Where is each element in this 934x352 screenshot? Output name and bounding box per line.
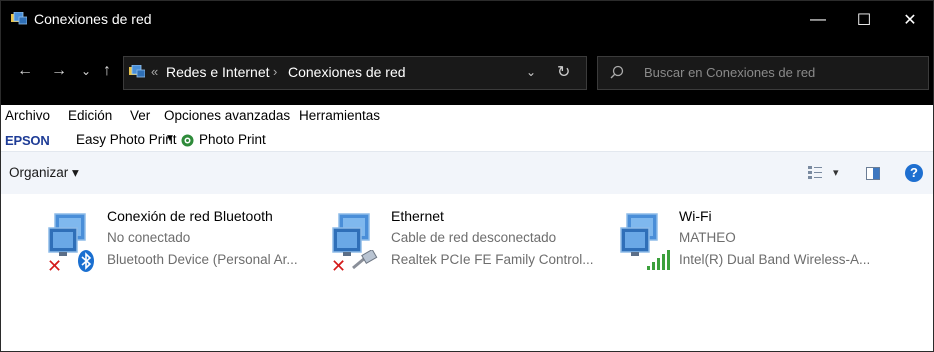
network-folder-icon <box>11 12 27 25</box>
command-bar: Organizar ▾ ▾ ? <box>1 151 933 194</box>
view-options-dropdown[interactable]: ▾ <box>833 166 839 179</box>
photo-print-icon <box>181 134 194 147</box>
address-dropdown-button[interactable]: ⌄ <box>526 65 536 79</box>
menu-ver[interactable]: Ver <box>130 108 150 123</box>
organize-button[interactable]: Organizar ▾ <box>9 165 79 181</box>
menu-herramientas[interactable]: Herramientas <box>299 108 380 123</box>
help-button[interactable]: ? <box>905 164 923 182</box>
disconnected-x-icon: ✕ <box>47 256 63 276</box>
change-view-icon[interactable] <box>807 165 823 181</box>
menu-archivo[interactable]: Archivo <box>5 108 50 123</box>
connection-status: No conectado <box>107 230 191 245</box>
close-button[interactable]: ✕ <box>887 1 933 39</box>
bluetooth-icon <box>78 250 94 272</box>
window: Conexiones de red — ☐ ✕ ← → ⌄ ↑ « Redes … <box>0 0 934 352</box>
ethernet-cable-icon <box>352 250 378 270</box>
search-placeholder: Buscar en Conexiones de red <box>644 65 816 80</box>
connection-device: Intel(R) Dual Band Wireless-A... <box>679 252 871 267</box>
menu-opciones-avanzadas[interactable]: Opciones avanzadas <box>164 108 290 123</box>
refresh-button[interactable]: ↻ <box>557 62 570 82</box>
easy-photo-print-button[interactable]: Easy Photo Print <box>76 132 177 147</box>
connection-device: Bluetooth Device (Personal Ar... <box>107 252 298 267</box>
photo-print-button[interactable]: Photo Print <box>199 132 266 147</box>
connection-status: MATHEO <box>679 230 736 245</box>
wifi-signal-icon <box>647 250 670 270</box>
search-box[interactable]: Buscar en Conexiones de red <box>597 56 929 90</box>
back-button[interactable]: ← <box>17 61 33 81</box>
connection-item-wifi[interactable]: Wi-Fi MATHEO Intel(R) Dual Band Wireless… <box>617 206 887 276</box>
connection-item-ethernet[interactable]: ✕ Ethernet Cable de red desconectado Rea… <box>329 206 599 276</box>
breadcrumb-overflow[interactable]: « <box>151 64 158 79</box>
disconnected-x-icon: ✕ <box>331 256 347 276</box>
connection-device: Realtek PCIe FE Family Control... <box>391 252 594 267</box>
connection-name: Conexión de red Bluetooth <box>107 208 273 224</box>
forward-button[interactable]: → <box>51 61 67 81</box>
connection-name: Ethernet <box>391 208 444 224</box>
navigation-bar: ← → ⌄ ↑ « Redes e Internet › Conexiones … <box>1 39 933 105</box>
preview-pane-icon[interactable] <box>866 167 880 180</box>
window-title: Conexiones de red <box>34 11 152 27</box>
maximize-button[interactable]: ☐ <box>841 1 887 39</box>
menu-edicion[interactable]: Edición <box>68 108 112 123</box>
up-button[interactable]: ↑ <box>103 61 111 81</box>
recent-locations-button[interactable]: ⌄ <box>81 61 91 81</box>
connection-name: Wi-Fi <box>679 208 712 224</box>
title-bar: Conexiones de red — ☐ ✕ <box>1 1 933 39</box>
breadcrumb-item-redes[interactable]: Redes e Internet <box>166 64 270 80</box>
network-folder-icon <box>129 65 145 78</box>
easy-photo-print-dropdown[interactable]: ▼ <box>165 133 175 144</box>
connection-status: Cable de red desconectado <box>391 230 557 245</box>
connection-item-bluetooth[interactable]: ✕ Conexión de red Bluetooth No conectado… <box>45 206 315 276</box>
connections-list: ✕ Conexión de red Bluetooth No conectado… <box>1 194 933 351</box>
epson-logo: EPSON <box>5 133 50 148</box>
minimize-button[interactable]: — <box>795 1 841 39</box>
menu-bar: Archivo Edición Ver Opciones avanzadas H… <box>1 105 933 129</box>
address-bar[interactable]: « Redes e Internet › Conexiones de red ⌄… <box>123 56 587 90</box>
breadcrumb-item-conexiones[interactable]: Conexiones de red <box>288 64 406 80</box>
epson-toolbar: EPSON Easy Photo Print ▼ Photo Print <box>1 129 933 151</box>
breadcrumb-separator[interactable]: › <box>273 64 277 79</box>
search-icon <box>610 65 624 79</box>
